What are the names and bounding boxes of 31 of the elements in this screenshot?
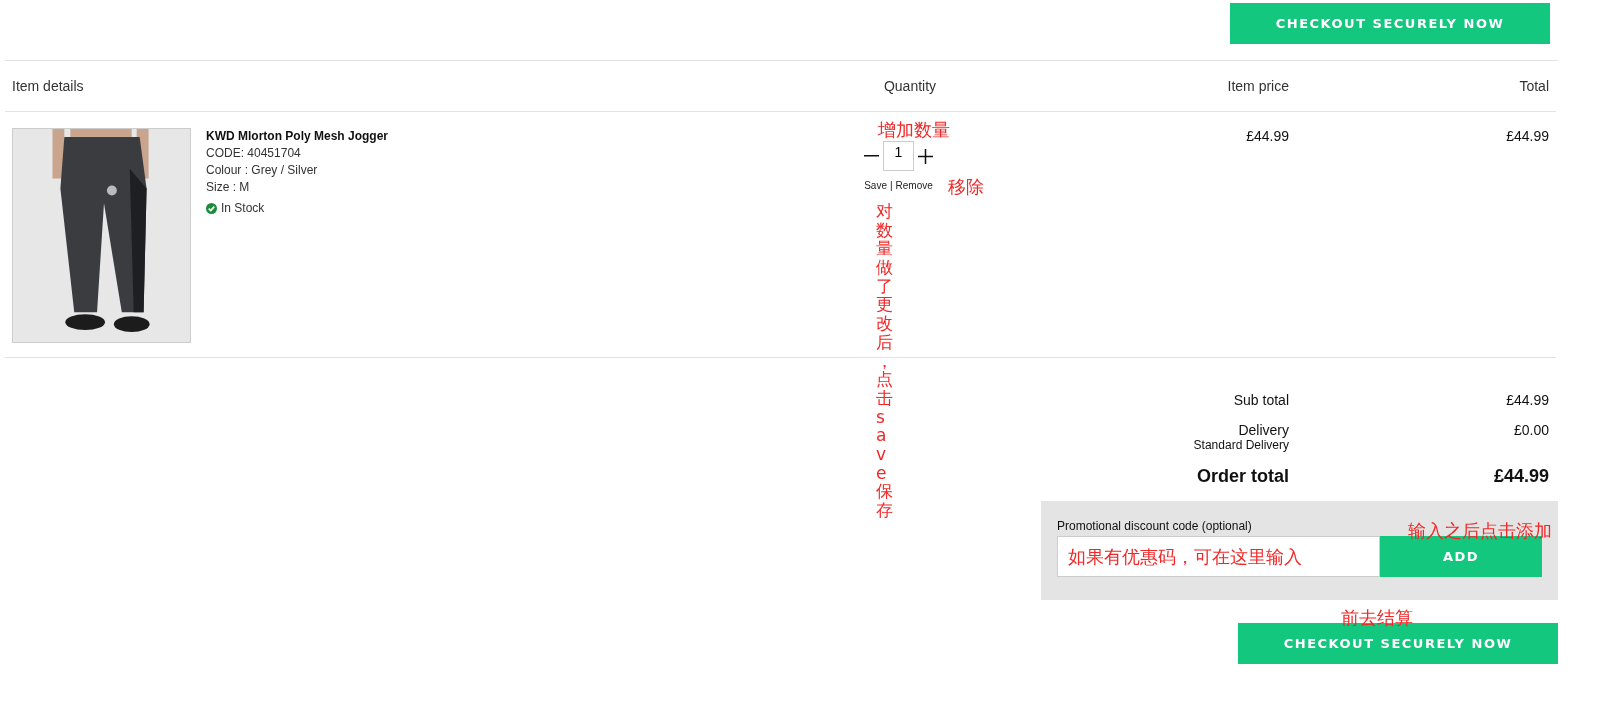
annotation: 增加数量	[878, 118, 950, 142]
save-link[interactable]: Save	[864, 180, 887, 191]
column-header: Item details	[12, 78, 84, 94]
promo-code-field[interactable]: 如果有优惠码，可在这里输入	[1057, 536, 1380, 577]
summary-label: Delivery	[1238, 422, 1289, 438]
annotation: 对数量做了更改后，点击save保存	[876, 202, 893, 520]
summary-sublabel: Standard Delivery	[1193, 438, 1289, 452]
minus-icon[interactable]	[864, 155, 879, 157]
quantity-field[interactable]: 1	[883, 141, 914, 171]
stock-status: In Stock	[221, 200, 265, 217]
checkout-button[interactable]: CHECKOUT SECURELY NOW	[1230, 3, 1550, 44]
summary-label: Order total	[1197, 466, 1289, 487]
item-total: £44.99	[1506, 128, 1549, 146]
annotation: 如果有优惠码，可在这里输入	[1068, 544, 1302, 569]
plus-icon[interactable]	[918, 148, 933, 164]
product-name: KWD Mlorton Poly Mesh Jogger	[206, 128, 388, 145]
product-colour: Colour : Grey / Silver	[206, 162, 319, 179]
remove-link[interactable]: Remove	[895, 180, 933, 191]
column-header: Quantity	[883, 78, 937, 94]
column-header: Item price	[1227, 78, 1289, 94]
annotation: 移除	[948, 175, 984, 199]
link-separator: |	[889, 180, 893, 191]
product-code: CODE: 40451704	[206, 145, 302, 162]
summary-label: Sub total	[1233, 392, 1289, 408]
summary-value: £44.99	[1505, 392, 1550, 408]
summary-value: £0.00	[1512, 422, 1550, 440]
product-size: Size : M	[206, 179, 251, 196]
promo-label: Promotional discount code (optional)	[1057, 519, 1252, 533]
column-header: Total	[1519, 78, 1549, 94]
item-price: £44.99	[1246, 128, 1289, 146]
summary-value: £44.99	[1492, 466, 1550, 487]
